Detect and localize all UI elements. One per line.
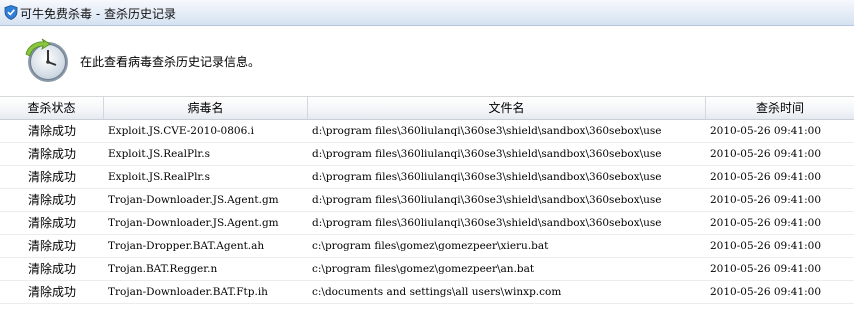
cell-time: 2010-05-26 09:41:00 xyxy=(710,171,822,183)
table-row[interactable]: 清除成功 Trojan-Downloader.BAT.Ftp.ih c:\docum… xyxy=(0,281,854,304)
cell-status: 清除成功 xyxy=(27,216,76,230)
cell-file-name: d:\program files\360liulanqi\360se3\shie… xyxy=(312,194,662,206)
header-description: 在此查看病毒查杀历史记录信息。 xyxy=(80,55,261,69)
table-row[interactable]: 清除成功 Exploit.JS.RealPlr.s d:\program files… xyxy=(0,166,854,189)
cell-status: 清除成功 xyxy=(27,193,76,207)
cell-file-name: c:\program files\gomez\gomezpeer\an.bat xyxy=(312,263,535,275)
cell-virus-name: Exploit.JS.RealPlr.s xyxy=(108,148,211,160)
header-panel: 在此查看病毒查杀历史记录信息。 xyxy=(0,26,854,96)
table-row[interactable]: 清除成功 Exploit.JS.RealPlr.s d:\program files… xyxy=(0,143,854,166)
cell-file-name: c:\program files\gomez\gomezpeer\xieru.b… xyxy=(312,240,549,252)
cell-virus-name: Trojan.BAT.Regger.n xyxy=(108,263,218,275)
cell-time: 2010-05-26 09:41:00 xyxy=(710,263,822,275)
cell-virus-name: Exploit.JS.RealPlr.s xyxy=(108,171,211,183)
cell-status: 清除成功 xyxy=(27,239,76,253)
table-row[interactable]: 清除成功 Trojan-Dropper.BAT.Agent.ah c:\progra… xyxy=(0,235,854,258)
cell-time: 2010-05-26 09:41:00 xyxy=(710,125,822,137)
clock-restore-icon xyxy=(25,38,68,82)
cell-status: 清除成功 xyxy=(27,147,76,161)
cell-file-name: d:\program files\360liulanqi\360se3\shie… xyxy=(312,125,662,137)
shield-icon xyxy=(4,5,18,20)
cell-virus-name: Trojan-Downloader.BAT.Ftp.ih xyxy=(108,286,268,298)
cell-time: 2010-05-26 09:41:00 xyxy=(710,240,822,252)
cell-status: 清除成功 xyxy=(27,124,76,138)
table-body: 清除成功 Exploit.JS.CVE-2010-0806.i d:\program… xyxy=(0,120,854,304)
column-header-virus-name[interactable]: 病毒名 xyxy=(104,97,308,119)
cell-status: 清除成功 xyxy=(27,170,76,184)
cell-status: 清除成功 xyxy=(27,285,76,299)
history-table: 查杀状态 病毒名 文件名 查杀时间 清除成功 Exploit.JS.CVE-201… xyxy=(0,96,854,313)
table-row[interactable]: 清除成功 Trojan.BAT.Regger.n c:\program files\… xyxy=(0,258,854,281)
cell-time: 2010-05-26 09:41:00 xyxy=(710,194,822,206)
table-header: 查杀状态 病毒名 文件名 查杀时间 xyxy=(0,97,854,120)
cell-virus-name: Exploit.JS.CVE-2010-0806.i xyxy=(108,125,254,137)
cell-time: 2010-05-26 09:41:00 xyxy=(710,217,822,229)
cell-virus-name: Trojan-Downloader.JS.Agent.gm xyxy=(108,194,279,206)
column-header-file-name[interactable]: 文件名 xyxy=(308,97,706,119)
window-title: 可牛免费杀毒 - 查杀历史记录 xyxy=(20,7,176,21)
table-row[interactable]: 清除成功 Trojan-Downloader.JS.Agent.gm d:\prog… xyxy=(0,189,854,212)
cell-file-name: d:\program files\360liulanqi\360se3\shie… xyxy=(312,148,662,160)
cell-file-name: d:\program files\360liulanqi\360se3\shie… xyxy=(312,217,662,229)
cell-virus-name: Trojan-Dropper.BAT.Agent.ah xyxy=(108,240,265,252)
cell-file-name: c:\documents and settings\all users\winx… xyxy=(312,286,562,298)
table-row[interactable]: 清除成功 Exploit.JS.CVE-2010-0806.i d:\program… xyxy=(0,120,854,143)
title-bar: 可牛免费杀毒 - 查杀历史记录 xyxy=(0,0,854,26)
cell-time: 2010-05-26 09:41:00 xyxy=(710,286,822,298)
cell-time: 2010-05-26 09:41:00 xyxy=(710,148,822,160)
table-row[interactable]: 清除成功 Trojan-Downloader.JS.Agent.gm d:\prog… xyxy=(0,212,854,235)
column-header-time[interactable]: 查杀时间 xyxy=(706,97,854,119)
cell-virus-name: Trojan-Downloader.JS.Agent.gm xyxy=(108,217,279,229)
cell-file-name: d:\program files\360liulanqi\360se3\shie… xyxy=(312,171,662,183)
column-header-status[interactable]: 查杀状态 xyxy=(0,97,104,119)
cell-status: 清除成功 xyxy=(27,262,76,276)
